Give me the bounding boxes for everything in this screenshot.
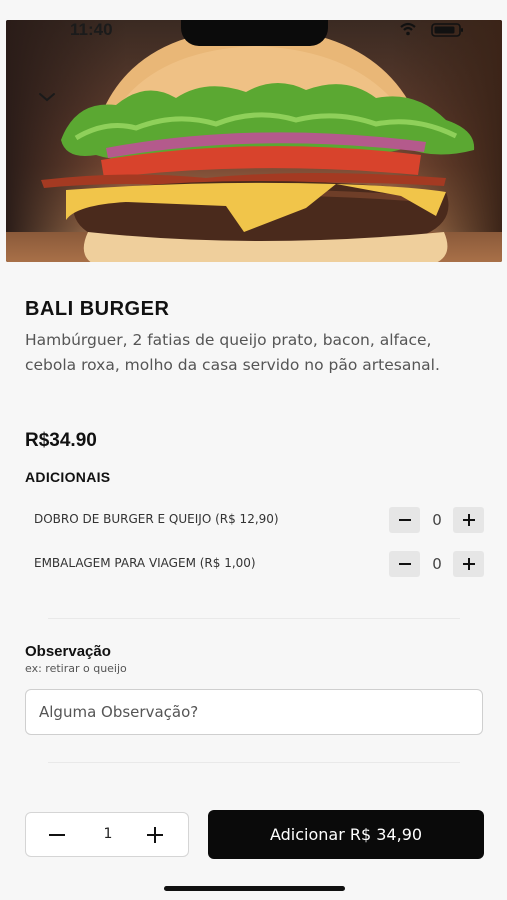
addon-row: EMBALAGEM PARA VIAGEM (R$ 1,00) 0 <box>25 551 485 577</box>
divider <box>48 618 460 619</box>
product-image <box>6 20 502 262</box>
minus-icon <box>398 563 411 565</box>
addon-row: DOBRO DE BURGER E QUEIJO (R$ 12,90) 0 <box>25 507 485 533</box>
observation-title: Observação <box>25 643 111 660</box>
chevron-down-icon[interactable] <box>36 88 58 106</box>
addons-title: ADICIONAIS <box>25 469 111 485</box>
product-price: R$34.90 <box>25 430 97 451</box>
addon-increment-button[interactable] <box>453 507 484 533</box>
home-indicator <box>164 886 345 891</box>
divider <box>48 762 460 763</box>
plus-icon <box>462 514 475 526</box>
add-to-cart-label: Adicionar R$ 34,90 <box>269 825 423 844</box>
device-notch <box>181 20 328 46</box>
plus-icon <box>462 558 475 570</box>
addon-label: DOBRO DE BURGER E QUEIJO (R$ 12,90) <box>34 512 279 526</box>
minus-icon <box>49 834 65 836</box>
battery-icon <box>431 23 463 37</box>
addon-decrement-button[interactable] <box>389 551 420 577</box>
addon-label: EMBALAGEM PARA VIAGEM (R$ 1,00) <box>34 556 256 570</box>
plus-icon <box>147 827 163 843</box>
minus-icon <box>398 519 411 521</box>
burger-illustration <box>41 28 475 262</box>
wifi-icon <box>400 22 416 36</box>
quantity-stepper: 1 <box>25 812 189 857</box>
product-title: BALI BURGER <box>25 298 170 320</box>
addon-decrement-button[interactable] <box>389 507 420 533</box>
status-time: 11:40 <box>70 20 113 39</box>
add-to-cart-button[interactable]: Adicionar R$ 34,90 <box>208 810 484 859</box>
addon-increment-button[interactable] <box>453 551 484 577</box>
product-description: Hambúrguer, 2 fatias de queijo prato, ba… <box>25 331 440 374</box>
quantity-increment-button[interactable] <box>146 826 164 844</box>
observation-input[interactable] <box>25 689 483 735</box>
status-icons <box>398 22 478 38</box>
quantity-value: 1 <box>103 826 113 842</box>
addon-count: 0 <box>432 555 442 573</box>
observation-hint: ex: retirar o queijo <box>25 662 127 675</box>
quantity-decrement-button[interactable] <box>48 826 66 844</box>
addon-count: 0 <box>432 511 442 529</box>
